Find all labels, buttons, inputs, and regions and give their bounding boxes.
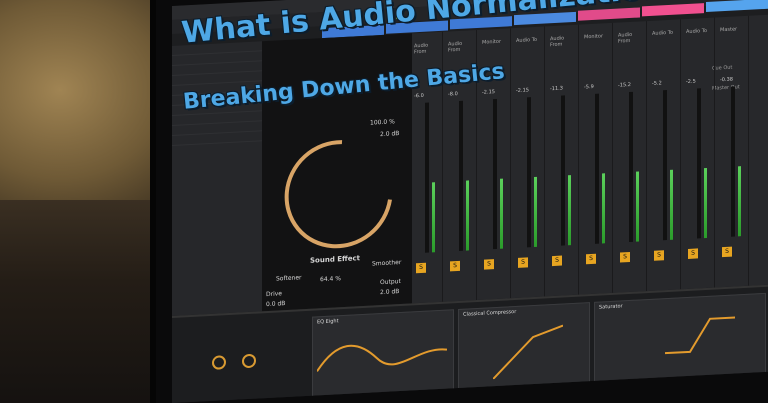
sound-effect-dial[interactable] — [282, 129, 392, 265]
mixer-panel: Cue Out Master Out Audio From -6.0 S Audio … — [412, 14, 768, 304]
device-knob[interactable] — [212, 355, 226, 370]
plugin-percent: 64.4 % — [320, 275, 341, 284]
level-meter — [500, 178, 503, 249]
level-meter — [602, 173, 605, 244]
mixer-strip: Audio To -2.15 S — [514, 26, 545, 299]
saturator-curve[interactable] — [665, 309, 735, 358]
volume-fader[interactable] — [663, 90, 667, 241]
level-meter — [670, 169, 673, 240]
strip-volume: -5.9 — [584, 83, 594, 91]
level-meter — [738, 166, 741, 237]
level-meter — [534, 176, 537, 248]
mixer-strip: Master -0.38 S — [718, 15, 749, 288]
solo-button[interactable]: S — [416, 262, 426, 274]
level-meter — [466, 180, 469, 251]
mixer-strip: Audio To -5.2 S — [650, 19, 681, 291]
solo-button[interactable]: S — [654, 250, 664, 261]
mixer-strip: Monitor -5.9 S — [582, 22, 613, 295]
volume-fader[interactable] — [561, 95, 565, 246]
saturator-title: Saturator — [599, 303, 623, 311]
volume-fader[interactable] — [629, 91, 633, 243]
strip-volume: -2.5 — [686, 78, 696, 86]
compressor-curve[interactable] — [493, 321, 563, 380]
solo-button[interactable]: S — [552, 255, 562, 267]
strip-volume: -11.3 — [550, 85, 563, 93]
compressor-device[interactable]: Classical Compressor — [458, 302, 590, 392]
clip-slot[interactable] — [706, 0, 768, 13]
plugin-top-value: 100.0 % — [370, 118, 395, 127]
strip-header: Master — [720, 26, 738, 34]
solo-button[interactable]: S — [620, 251, 630, 263]
solo-button[interactable]: S — [586, 253, 596, 265]
output-value: 2.0 dB — [380, 288, 400, 297]
eq-title: EQ Eight — [317, 318, 339, 326]
volume-fader[interactable] — [731, 86, 735, 237]
mixer-strip: Audio From -15.2 S — [616, 21, 647, 293]
volume-fader[interactable] — [459, 100, 463, 251]
strip-header: Audio From — [618, 31, 633, 45]
strip-header: Monitor — [482, 38, 502, 46]
strip-header: Monitor — [584, 33, 604, 41]
solo-button[interactable]: S — [688, 248, 698, 259]
strip-volume: -15.2 — [618, 81, 631, 89]
solo-button[interactable]: S — [518, 257, 528, 268]
volume-fader[interactable] — [493, 98, 497, 250]
strip-header: Audio To — [652, 29, 674, 37]
solo-button[interactable]: S — [722, 246, 732, 258]
daw-screen: 100.0 % 2.0 dB Sound Effect 64.4 % Smoot… — [172, 0, 768, 403]
strip-volume: -6.0 — [414, 92, 424, 100]
volume-fader[interactable] — [527, 97, 531, 248]
mixer-strip: Audio From -11.3 S — [548, 24, 579, 297]
saturator-device[interactable]: Saturator — [594, 292, 766, 384]
level-meter — [636, 171, 639, 242]
volume-fader[interactable] — [697, 88, 701, 239]
solo-button[interactable]: S — [450, 260, 460, 272]
drive-label: Drive — [266, 290, 282, 299]
strip-header: Audio To — [686, 27, 708, 36]
compressor-title: Classical Compressor — [463, 308, 517, 318]
volume-fader[interactable] — [595, 93, 599, 244]
eq-device[interactable]: EQ Eight — [312, 309, 454, 399]
level-meter — [704, 167, 707, 239]
softener-label[interactable]: Softener — [276, 274, 302, 282]
strip-volume: -0.38 — [720, 76, 733, 84]
eq-curve[interactable] — [317, 325, 447, 392]
volume-fader[interactable] — [425, 102, 429, 253]
browser-panel — [172, 41, 262, 317]
output-label: Output — [380, 278, 401, 287]
smoother-label[interactable]: Smoother — [372, 259, 401, 268]
device-knob[interactable] — [242, 353, 256, 369]
strip-header: Audio To — [516, 36, 538, 44]
mixer-strip: Audio To -2.5 S — [684, 17, 715, 290]
strip-volume: -2.15 — [482, 89, 495, 96]
level-meter — [432, 182, 435, 253]
solo-button[interactable]: S — [484, 259, 494, 270]
strip-volume: -2.15 — [516, 87, 529, 94]
strip-header: Audio From — [550, 35, 565, 49]
plugin-name: Sound Effect — [310, 254, 360, 265]
strip-volume: -8.0 — [448, 91, 458, 98]
strip-volume: -5.2 — [652, 80, 662, 87]
drive-value: 0.0 dB — [266, 300, 286, 309]
level-meter — [568, 175, 571, 246]
strip-header: Audio From — [414, 42, 429, 56]
strip-header: Audio From — [448, 40, 463, 54]
